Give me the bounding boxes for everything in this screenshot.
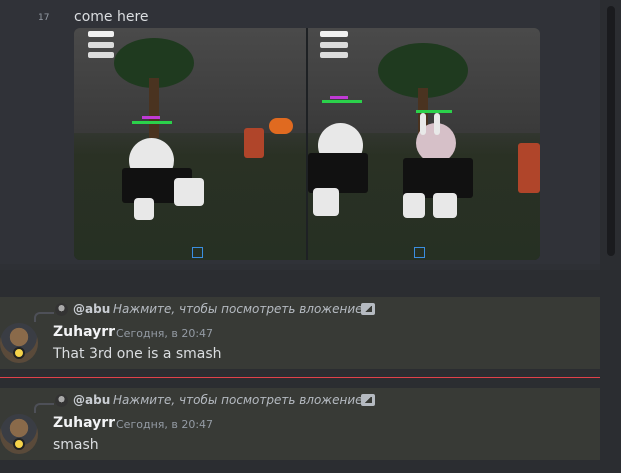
game-ui-button: [320, 42, 348, 48]
scrollbar-track[interactable]: [600, 0, 621, 473]
new-messages-divider: [0, 377, 621, 378]
character-npc: [518, 143, 540, 193]
reply-preview-text[interactable]: Нажмите, чтобы посмотреть вложение: [113, 393, 363, 407]
reply-spine: [34, 312, 54, 322]
game-ui-button: [88, 42, 114, 48]
character-ear: [420, 113, 426, 135]
message-timestamp: Сегодня, в 20:47: [116, 418, 214, 431]
reply-avatar[interactable]: [55, 394, 68, 407]
avatar-eye: [13, 347, 25, 359]
avatar[interactable]: [0, 414, 38, 454]
reply-preview-text[interactable]: Нажмите, чтобы посмотреть вложение: [113, 302, 363, 316]
character-body: [403, 158, 473, 198]
image-icon[interactable]: [361, 394, 375, 406]
chat-messages: 17 come here @abu Нажмите, чтобы посмотр…: [0, 0, 621, 473]
game-ui-button: [320, 31, 348, 37]
image-icon[interactable]: [361, 303, 375, 315]
message-reply: @abu Нажмите, чтобы посмотреть вложение …: [0, 388, 600, 460]
character-ear: [434, 113, 440, 135]
game-screenshot-left[interactable]: [74, 28, 306, 260]
health-bar: [132, 121, 172, 124]
reply-avatar[interactable]: [55, 303, 68, 316]
character-npc-hair: [269, 118, 293, 134]
game-screenshot-right[interactable]: [308, 28, 540, 260]
message-author[interactable]: Zuhayrr: [53, 415, 115, 431]
message-author[interactable]: Zuhayrr: [53, 324, 115, 340]
message-reply: @abu Нажмите, чтобы посмотреть вложение …: [0, 297, 600, 369]
character-npc: [244, 128, 264, 158]
reply-username[interactable]: @abu: [73, 302, 110, 316]
avatar-eye: [13, 438, 25, 450]
scrollbar-thumb[interactable]: [607, 6, 615, 256]
name-tag: [330, 96, 348, 99]
game-ui-button: [320, 52, 348, 58]
character-leg: [313, 188, 339, 216]
reply-username[interactable]: @abu: [73, 393, 110, 407]
character-leg: [134, 198, 154, 220]
character-body: [308, 153, 368, 193]
reply-spine: [34, 403, 54, 413]
hover-timestamp: 17: [38, 13, 50, 23]
message-text: That 3rd one is a smash: [53, 346, 222, 362]
message-text: smash: [53, 437, 99, 453]
character-arm: [174, 178, 204, 206]
game-ui-button: [88, 52, 114, 58]
character-leg: [403, 193, 425, 218]
game-ui-box: [414, 247, 425, 258]
game-ui-box: [192, 247, 203, 258]
message-continuation: 17 come here: [0, 0, 621, 270]
name-tag: [142, 116, 160, 119]
game-ui-button: [88, 31, 114, 37]
message-text: come here: [74, 9, 149, 25]
avatar[interactable]: [0, 323, 38, 363]
tree-trunk: [149, 78, 159, 138]
message-timestamp: Сегодня, в 20:47: [116, 327, 214, 340]
character-leg: [433, 193, 457, 218]
image-attachment[interactable]: [74, 28, 540, 260]
health-bar: [322, 100, 362, 103]
